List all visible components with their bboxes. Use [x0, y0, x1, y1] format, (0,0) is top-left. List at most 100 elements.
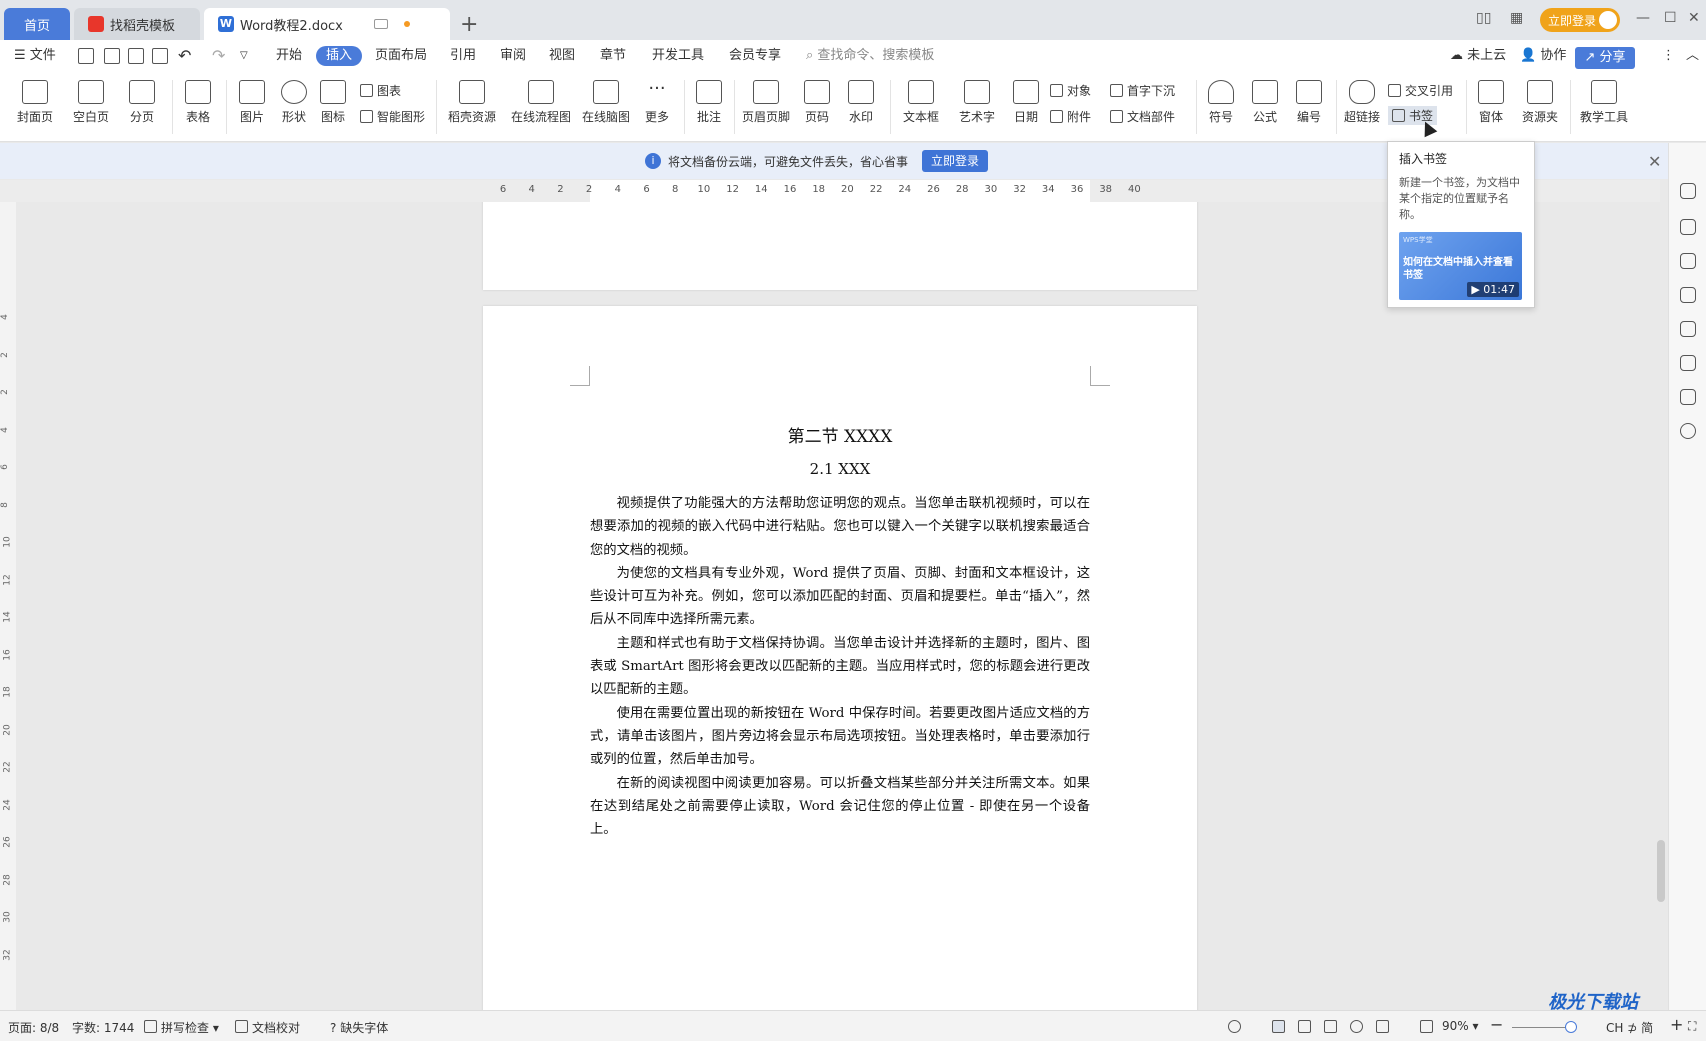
paragraph[interactable]: 视频提供了功能强大的方法帮助您证明您的观点。当您单击联机视频时，可以在想要添加的… — [590, 492, 1090, 562]
maximize-icon[interactable]: ☐ — [1664, 10, 1677, 26]
document-canvas[interactable]: 第二节 XXXX 2.1 XXX 视频提供了功能强大的方法帮助您证明您的观点。当… — [16, 202, 1660, 1010]
chart-button[interactable]: 图表 — [360, 82, 401, 99]
undo-icon[interactable]: ↶ — [178, 46, 191, 66]
icon-library-button[interactable]: 图标 — [318, 80, 348, 125]
rocket-icon[interactable] — [1680, 183, 1696, 199]
print-preview-icon[interactable] — [152, 48, 168, 64]
section-heading[interactable]: 第二节 XXXX — [483, 422, 1197, 447]
collapse-ribbon-icon[interactable]: ︿ — [1686, 46, 1699, 66]
header-footer-button[interactable]: 页眉页脚 — [740, 80, 792, 125]
fullscreen-icon[interactable]: ⛶ — [1688, 1019, 1696, 1034]
collab-button[interactable]: 👤 协作 — [1520, 46, 1566, 66]
menu-insert[interactable]: 插入 — [316, 46, 363, 66]
zoom-in-button[interactable]: + — [1670, 1015, 1683, 1034]
share-button[interactable]: ↗ 分享 — [1575, 47, 1635, 69]
pointer-select-icon[interactable] — [1680, 253, 1696, 269]
redo-icon[interactable]: ↷ — [212, 46, 225, 66]
web-view-icon[interactable] — [1350, 1020, 1363, 1033]
book-icon[interactable] — [1680, 389, 1696, 405]
file-menu[interactable]: ☰ 文件 — [14, 46, 56, 66]
formula-button[interactable]: 公式 — [1246, 80, 1284, 125]
page-view-icon[interactable] — [1272, 1020, 1285, 1033]
hyperlink-button[interactable]: 超链接 — [1342, 80, 1382, 125]
missing-font-button[interactable]: ? 缺失字体 — [330, 1019, 388, 1036]
document-body[interactable]: 视频提供了功能强大的方法帮助您证明您的观点。当您单击联机视频时，可以在想要添加的… — [590, 492, 1090, 841]
online-mindmap-button[interactable]: 在线脑图 — [580, 80, 632, 125]
docer-resources-button[interactable]: 稻壳资源 — [444, 80, 500, 125]
image-tool-icon[interactable] — [1680, 321, 1696, 337]
numbering-button[interactable]: 编号 — [1292, 80, 1326, 125]
cross-reference-button[interactable]: 交叉引用 — [1388, 82, 1453, 99]
online-flowchart-button[interactable]: 在线流程图 — [510, 80, 572, 125]
zoom-out-button[interactable]: − — [1490, 1015, 1503, 1034]
textbox-button[interactable]: 文本框 — [898, 80, 944, 125]
settings-sliders-icon[interactable] — [1680, 287, 1696, 303]
menu-references[interactable]: 引用 — [450, 46, 476, 66]
close-window-icon[interactable]: ✕ — [1688, 10, 1700, 26]
outline-view-icon[interactable] — [1298, 1020, 1311, 1033]
menu-member[interactable]: 会员专享 — [729, 46, 781, 66]
tutorial-video-thumbnail[interactable]: WPS学堂 如何在文档中插入并查看书签 ▶ 01:47 — [1399, 232, 1522, 300]
location-icon[interactable] — [1680, 355, 1696, 371]
symbol-button[interactable]: 符号 — [1202, 80, 1240, 125]
proofread-button[interactable]: 文档校对 — [252, 1019, 300, 1036]
eye-protection-icon[interactable] — [1228, 1020, 1241, 1033]
picture-button[interactable]: 图片 — [234, 80, 270, 125]
zoom-level[interactable]: 90% ▾ — [1442, 1019, 1479, 1033]
command-search[interactable]: ⌕ 查找命令、搜索模板 — [806, 46, 934, 66]
tab-document[interactable]: W Word教程2.docx — [204, 8, 450, 40]
subsection-heading[interactable]: 2.1 XXX — [483, 460, 1197, 478]
doc-parts-button[interactable]: 文档部件 — [1110, 108, 1175, 125]
page-break-button[interactable]: 分页 — [122, 80, 162, 125]
zoom-slider[interactable] — [1512, 1027, 1572, 1028]
tab-docer-templates[interactable]: 找稻壳模板 — [74, 8, 200, 40]
spellcheck-button[interactable]: 拼写检查 ▾ — [161, 1019, 219, 1036]
menu-section[interactable]: 章节 — [600, 46, 626, 66]
write-mode-icon[interactable] — [1376, 1020, 1389, 1033]
vertical-ruler[interactable]: 4 2 2 4 6 8 10 12 14 16 18 20 22 24 26 28 30 32 — [0, 202, 16, 1010]
zoom-slider-handle[interactable] — [1565, 1021, 1577, 1033]
paragraph[interactable]: 主题和样式也有助于文档保持协调。当您单击设计并选择新的主题时，图片、图表或 Sm… — [590, 632, 1090, 702]
export-icon[interactable] — [104, 48, 120, 64]
menu-start[interactable]: 开始 — [276, 46, 302, 66]
previous-page[interactable] — [483, 202, 1197, 290]
pen-icon[interactable] — [1680, 219, 1696, 235]
page-indicator[interactable]: 页面: 8/8 — [8, 1019, 59, 1036]
scrollbar-thumb[interactable] — [1657, 840, 1665, 902]
menu-page-layout[interactable]: 页面布局 — [375, 46, 427, 66]
help-icon[interactable] — [1680, 423, 1696, 439]
paragraph[interactable]: 使用在需要位置出现的新按钮在 Word 中保存时间。若要更改图片适应文档的方式，… — [590, 702, 1090, 772]
resources-button[interactable]: 资源夹 — [1518, 80, 1562, 125]
cover-page-button[interactable]: 封面页 — [12, 80, 58, 125]
blank-page-button[interactable]: 空白页 — [68, 80, 114, 125]
attachment-button[interactable]: 附件 — [1050, 108, 1091, 125]
table-button[interactable]: 表格 — [178, 80, 218, 125]
wordart-button[interactable]: 艺术字 — [954, 80, 1000, 125]
new-tab-button[interactable]: + — [460, 12, 478, 37]
reading-view-icon[interactable] — [1324, 1020, 1337, 1033]
paragraph[interactable]: 在新的阅读视图中阅读更加容易。可以折叠文档某些部分并关注所需文本。如果在达到结尾… — [590, 772, 1090, 842]
notice-login-button[interactable]: 立即登录 — [922, 150, 988, 172]
save-icon[interactable] — [78, 48, 94, 64]
vertical-scrollbar[interactable] — [1654, 190, 1666, 990]
ime-indicator[interactable]: CH ⊅ 简 — [1606, 1019, 1653, 1036]
menu-review[interactable]: 审阅 — [500, 46, 526, 66]
print-icon[interactable] — [128, 48, 144, 64]
notice-close-icon[interactable]: ✕ — [1648, 152, 1661, 171]
page-number-button[interactable]: 页码 — [798, 80, 836, 125]
teaching-tools-button[interactable]: 教学工具 — [1576, 80, 1632, 125]
tab-home[interactable]: 首页 — [4, 8, 70, 40]
dropcap-button[interactable]: 首字下沉 — [1110, 82, 1175, 99]
word-count[interactable]: 字数: 1744 — [72, 1019, 134, 1036]
paragraph[interactable]: 为使您的文档具有专业外观，Word 提供了页眉、页脚、封面和文本框设计，这些设计… — [590, 562, 1090, 632]
current-page[interactable]: 第二节 XXXX 2.1 XXX 视频提供了功能强大的方法帮助您证明您的观点。当… — [483, 306, 1197, 1010]
layout-toggle-icon[interactable]: ▯▯ — [1476, 10, 1491, 26]
object-button[interactable]: 对象 — [1050, 82, 1091, 99]
apps-grid-icon[interactable]: ▦ — [1510, 10, 1523, 26]
more-button[interactable]: ··· 更多 — [638, 80, 676, 125]
shape-button[interactable]: 形状 — [276, 80, 312, 125]
monitor-icon[interactable] — [374, 19, 388, 29]
smartart-button[interactable]: 智能图形 — [360, 108, 425, 125]
comment-button[interactable]: 批注 — [692, 80, 726, 125]
date-button[interactable]: 日期 — [1010, 80, 1042, 125]
